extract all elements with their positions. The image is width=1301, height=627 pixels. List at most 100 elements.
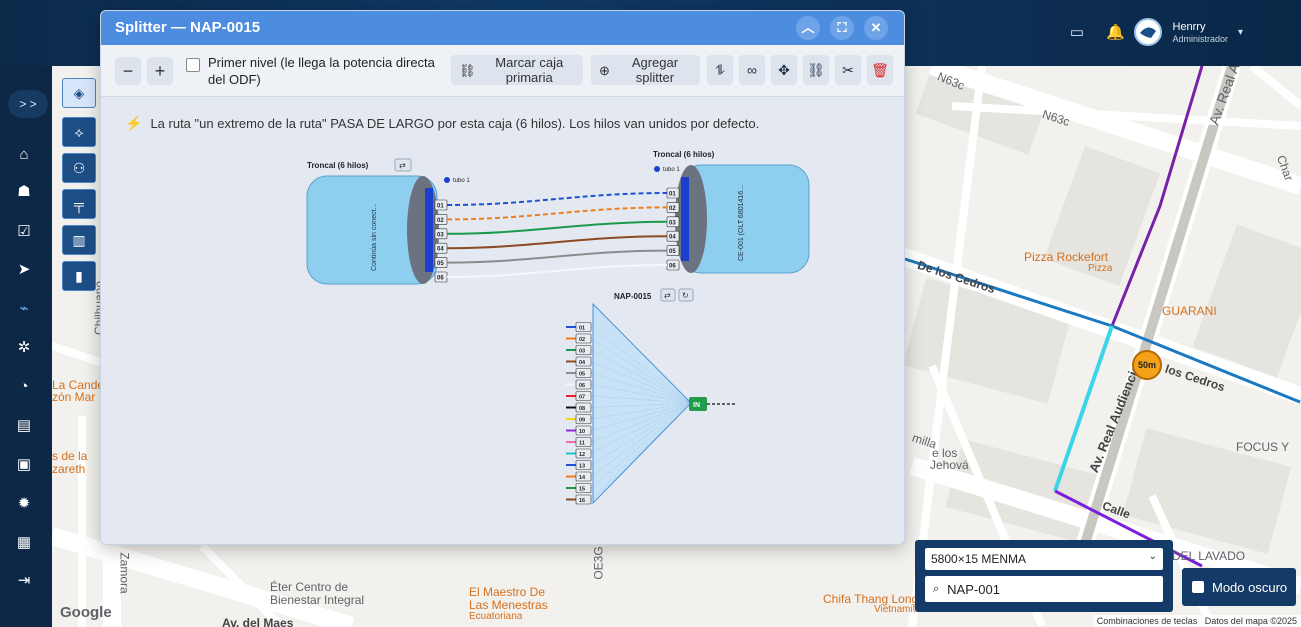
add-splitter-label: Agregar splitter: [631, 55, 679, 85]
left-cable-title: Troncal (6 hilos): [307, 161, 369, 170]
splitter-port-number: 05: [579, 372, 585, 378]
left-cable-end: [407, 176, 439, 284]
sidebar-toggle-button[interactable]: > >: [8, 90, 48, 118]
fiber-link[interactable]: [446, 192, 668, 206]
left-fiber-number: 01: [437, 204, 444, 210]
left-fiber-number: 02: [437, 218, 444, 224]
poi-label: Ecuatoriana: [469, 611, 523, 622]
splitter-port-number: 09: [579, 418, 585, 424]
home-icon[interactable]: ⌂: [12, 144, 36, 166]
marker-tool-button[interactable]: ▮: [62, 261, 96, 291]
fiber-link[interactable]: [446, 220, 668, 235]
poi-label: Pizza: [1088, 263, 1113, 274]
infinity-link-icon[interactable]: ∞: [739, 55, 765, 85]
map-data-text: Datos del mapa ©2025: [1204, 616, 1297, 626]
tasks-icon[interactable]: ☑: [12, 221, 36, 243]
right-fiber-number: 01: [669, 192, 676, 198]
splitter-port-number: 08: [579, 406, 585, 412]
maximize-icon[interactable]: ⛶: [830, 16, 854, 40]
dialog-title-bar: Splitter — NAP-0015 ︿ ⛶ ✕: [101, 11, 904, 45]
right-fiber-number: 06: [669, 264, 676, 270]
poi-label: El Maestro De: [469, 585, 546, 599]
chevron-down-icon[interactable]: ▾: [1238, 27, 1243, 38]
right-tube-label: tubo 1: [663, 167, 680, 173]
gear-icon[interactable]: ✹: [12, 493, 36, 515]
trash-icon[interactable]: 🗑: [867, 55, 893, 85]
fiber-link[interactable]: [446, 249, 668, 264]
user-menu[interactable]: Henrry Administrador ▾: [1134, 18, 1243, 46]
zoom-out-button[interactable]: −: [115, 57, 141, 85]
splitter-port-number: 02: [579, 337, 585, 343]
primary-level-checkbox[interactable]: [186, 58, 200, 72]
network-dropdown[interactable]: 5800×15 MENMA ⌄: [925, 548, 1163, 570]
poi-label: Bienestar Integral: [270, 593, 365, 607]
route-icon[interactable]: ⥮: [707, 55, 733, 85]
bolt-icon: ⚡: [125, 115, 143, 131]
link-icon: ⛓: [459, 62, 476, 78]
poi-label: DEL LAVADO: [1172, 549, 1246, 563]
scissors-icon[interactable]: ✂: [835, 55, 861, 85]
chevron-down-icon: ⌄: [1148, 551, 1157, 562]
route-notice: ⚡ La ruta "un extremo de la ruta" PASA D…: [125, 115, 759, 132]
right-cable-title: Troncal (6 hilos): [653, 151, 715, 159]
users-icon[interactable]: ☗: [12, 181, 36, 203]
poi-label: GUARANI: [1162, 304, 1217, 318]
wallet-icon[interactable]: ▣: [12, 454, 36, 476]
dark-mode-toggle[interactable]: Modo oscuro: [1182, 568, 1296, 606]
search-icon: ⌕: [933, 582, 940, 595]
splitter-input-label: IN: [693, 402, 700, 409]
splitter-port-number: 01: [579, 326, 585, 332]
splitter-dialog: Splitter — NAP-0015 ︿ ⛶ ✕ − + Primer niv…: [100, 10, 905, 545]
add-splitter-button[interactable]: ⊕ Agregar splitter: [591, 55, 700, 85]
screen-icon[interactable]: ▭: [1068, 25, 1086, 41]
network-icon[interactable]: ⌁: [12, 298, 36, 320]
plus-circle-icon: ⊕: [599, 62, 610, 78]
pole-tool-button[interactable]: ╤: [62, 189, 96, 219]
left-tube-dot: [444, 177, 450, 183]
bell-icon[interactable]: 🔔: [1106, 25, 1125, 41]
avatar-icon: [1140, 27, 1157, 38]
box-tool-button[interactable]: ▥: [62, 225, 96, 255]
left-fiber-number: 05: [437, 261, 444, 267]
poi-label: Jehová: [930, 458, 969, 472]
fiber-link[interactable]: [446, 206, 668, 221]
settings-group-icon[interactable]: ✲: [12, 337, 36, 359]
map-layers-button[interactable]: ◈: [62, 78, 96, 108]
move-icon[interactable]: ✥: [771, 55, 797, 85]
search-input[interactable]: ⌕ NAP-001: [925, 576, 1163, 602]
dashboard-icon[interactable]: ◔: [12, 376, 36, 398]
fiber-link[interactable]: [446, 264, 668, 278]
telegram-icon[interactable]: ➤: [12, 259, 36, 281]
toolbox-icon[interactable]: ▦: [12, 532, 36, 554]
dropdown-value: 5800×15 MENMA: [931, 552, 1027, 566]
splitter-port-number: 12: [579, 452, 585, 458]
search-value: NAP-001: [947, 581, 1000, 597]
zoom-in-button[interactable]: +: [147, 57, 173, 85]
collapse-icon[interactable]: ︿: [796, 16, 820, 40]
poi-label: Éter Centro de: [270, 580, 349, 594]
shortcuts-link[interactable]: Combinaciones de teclas: [1097, 616, 1198, 626]
left-fiber-number: 03: [437, 232, 444, 238]
right-fiber-number: 05: [669, 249, 676, 255]
mark-primary-button[interactable]: ⛓ Marcar caja primaria: [451, 55, 583, 85]
left-tube-band: [425, 188, 433, 272]
filter-panel: 5800×15 MENMA ⌄ ⌕ NAP-001: [915, 540, 1173, 612]
right-cable-end: [675, 165, 707, 273]
fiber-link[interactable]: [446, 235, 668, 250]
dialog-title: Splitter — NAP-0015: [115, 19, 261, 36]
rotate-icon: ↻: [682, 291, 689, 300]
logout-icon[interactable]: ⇥: [12, 570, 36, 592]
dark-mode-checkbox[interactable]: [1192, 581, 1204, 593]
street-label: OE3G: [591, 546, 606, 580]
fiber-links: [446, 192, 668, 278]
primary-level-label: Primer nivel (le llega la potencia direc…: [208, 55, 435, 87]
swap-icon: ⇄: [399, 161, 406, 170]
swap-icon: ⇄: [664, 291, 671, 300]
close-icon[interactable]: ✕: [864, 16, 888, 40]
user-name: Henrry: [1172, 20, 1206, 33]
archive-icon[interactable]: ▤: [12, 415, 36, 437]
distance-badge[interactable]: 50m: [1132, 350, 1162, 380]
network-tool-button[interactable]: ⚇: [62, 153, 96, 183]
unlink-icon[interactable]: ⛓: [803, 55, 829, 85]
route-tool-button[interactable]: ⟡: [62, 117, 96, 147]
